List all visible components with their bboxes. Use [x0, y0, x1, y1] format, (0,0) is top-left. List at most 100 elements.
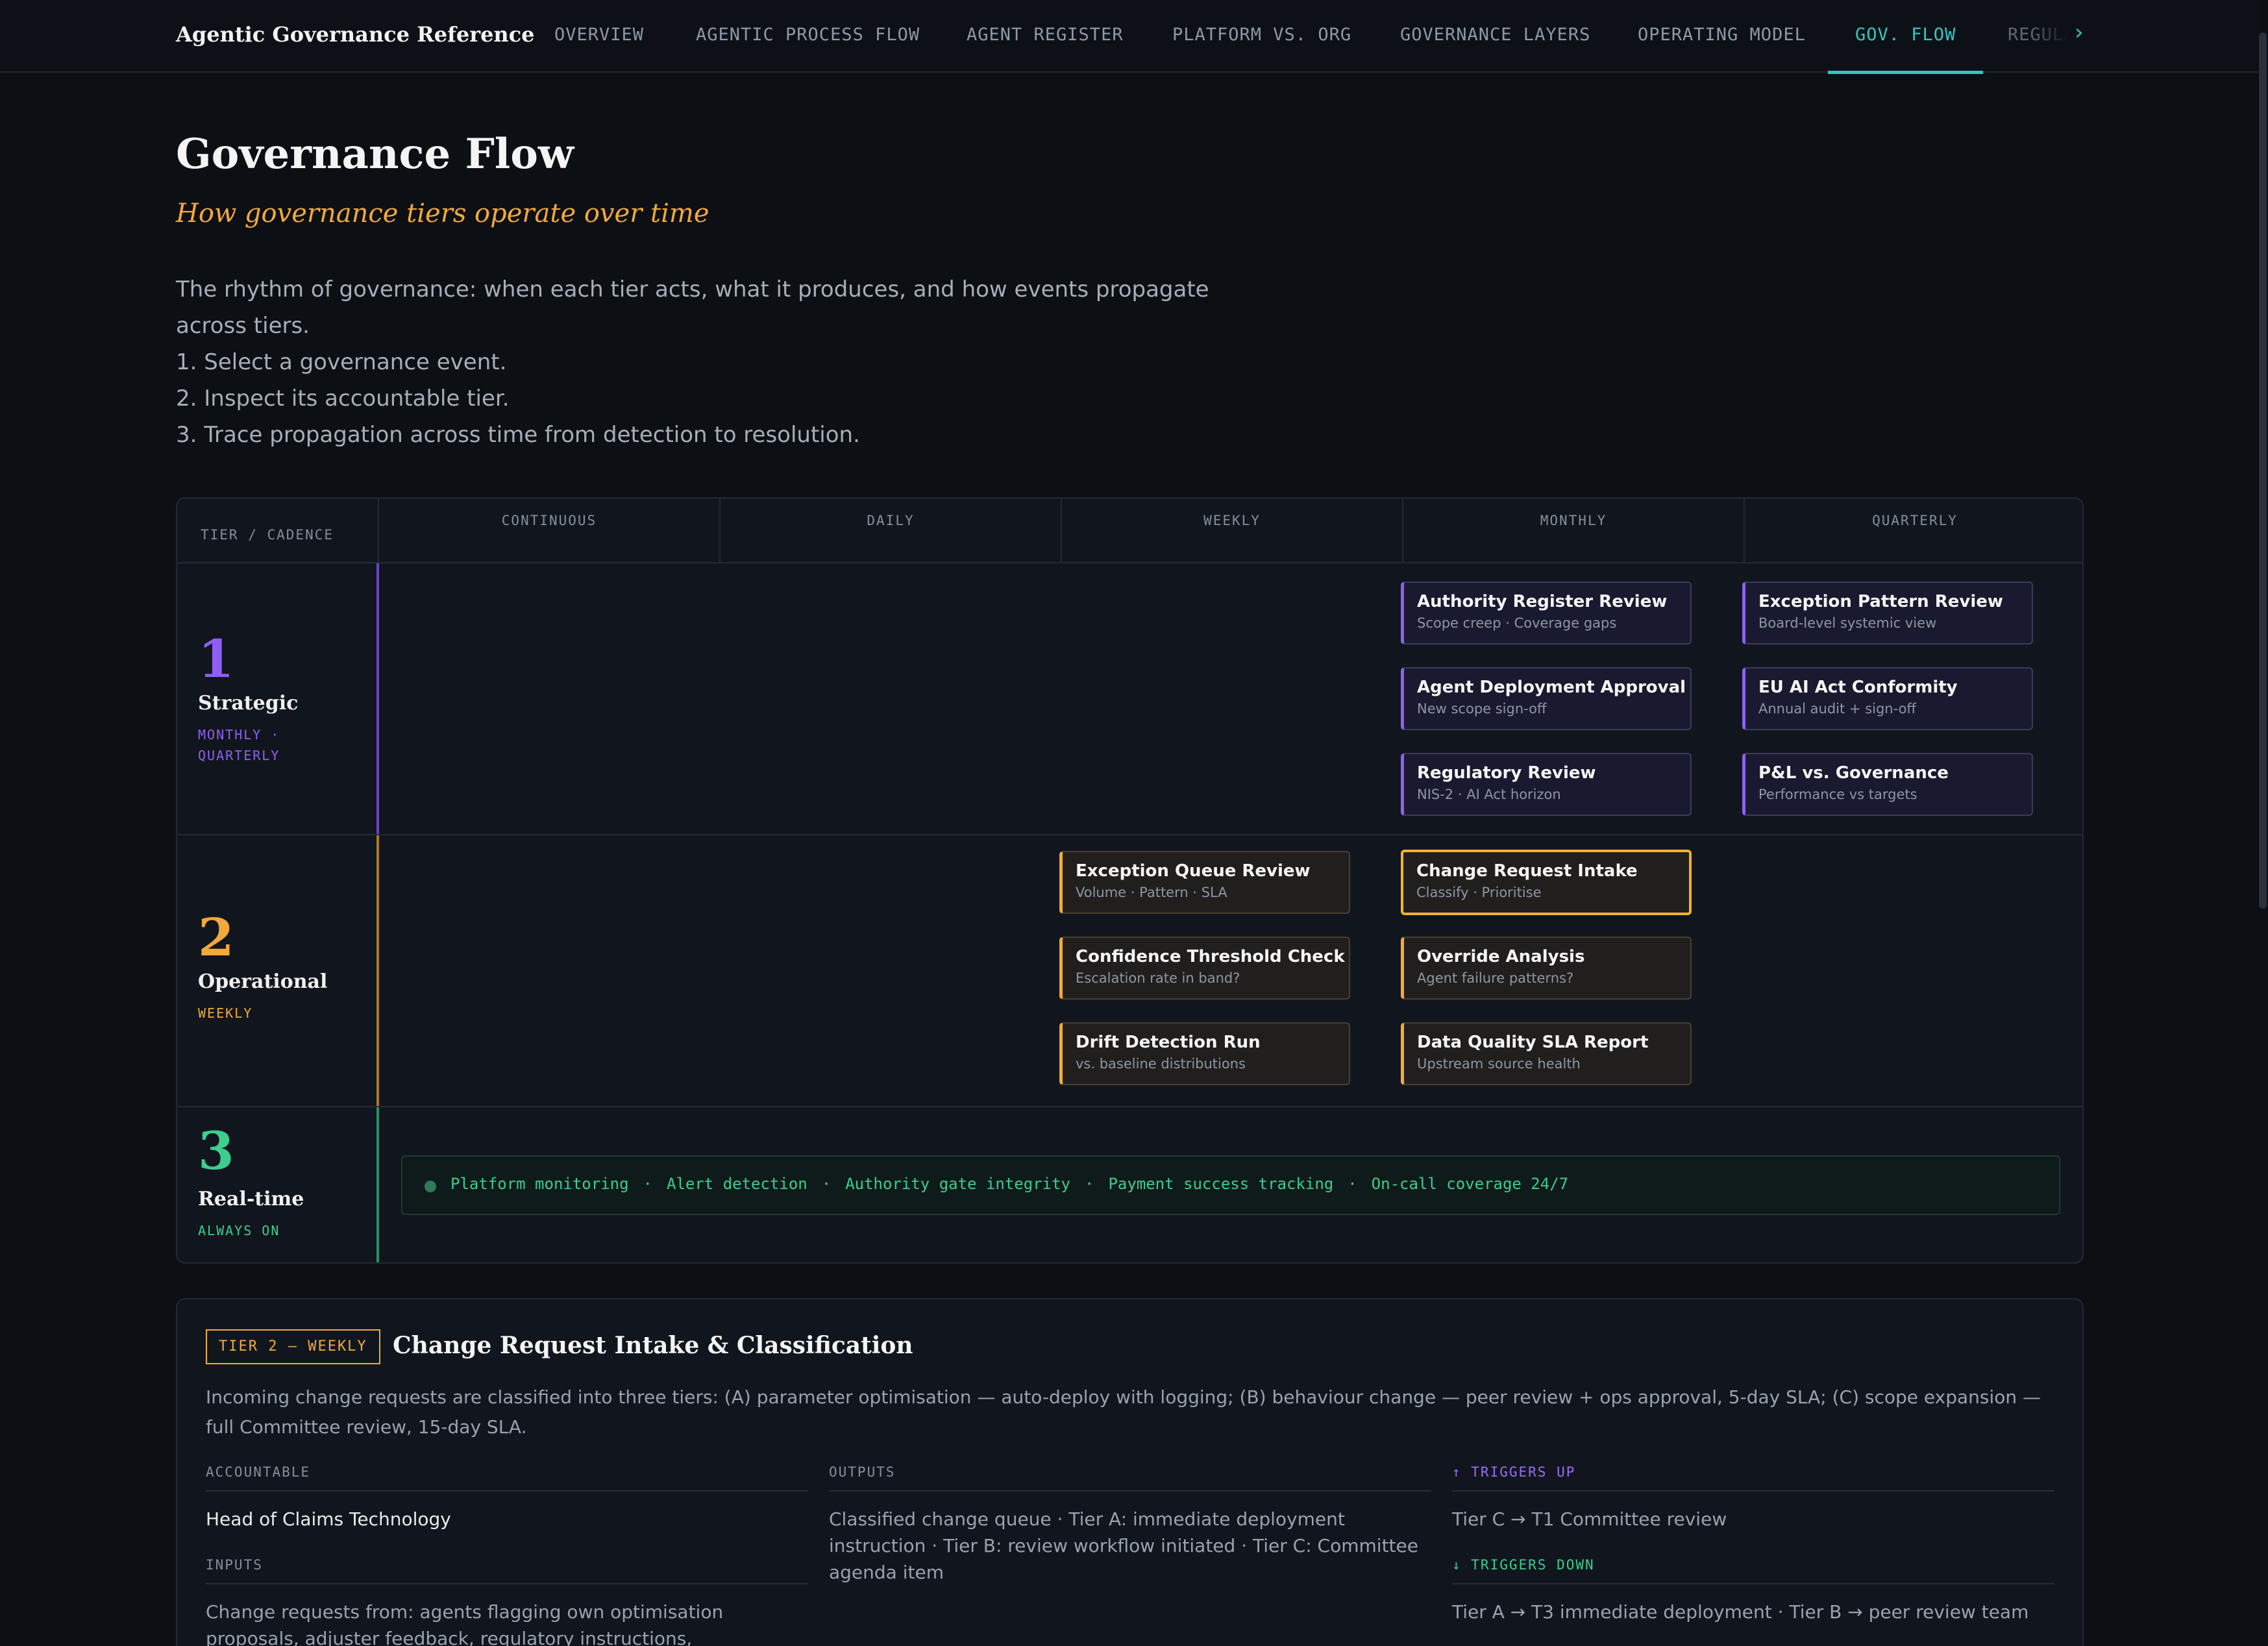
nav-tab-platform-vs-org[interactable]: PLATFORM VS. ORG	[1172, 25, 1351, 73]
tier-cadence: MONTHLY · QUARTERLY	[198, 724, 280, 766]
tier-badge: TIER 2 — WEEKLY	[206, 1329, 380, 1364]
intro-line: The rhythm of governance: when each tier…	[176, 276, 1209, 302]
event-title: Regulatory Review	[1417, 763, 1596, 783]
event-title: Agent Deployment Approval	[1417, 678, 1686, 697]
page-title: Governance Flow	[176, 130, 574, 178]
tier-name: Real-time	[198, 1188, 304, 1210]
column-header-daily: DAILY	[719, 498, 1061, 563]
event-detail-panel: TIER 2 — WEEKLY Change Request Intake & …	[176, 1298, 2084, 1646]
event-authority-register-review[interactable]: Authority Register Review Scope creep · …	[1401, 582, 1692, 645]
event-exception-pattern-review[interactable]: Exception Pattern Review Board-level sys…	[1742, 582, 2033, 645]
triggers-down-label: ↓ TRIGGERS DOWN	[1452, 1557, 2054, 1584]
event-title: Override Analysis	[1417, 947, 1585, 966]
tier-cadence-line: ALWAYS ON	[198, 1223, 280, 1238]
tier-label-realtime: 3 Real-time ALWAYS ON	[177, 1107, 378, 1262]
tier-cadence-line: MONTHLY ·	[198, 727, 280, 743]
tier-cadence-line: QUARTERLY	[198, 748, 280, 763]
event-confidence-threshold-check[interactable]: Confidence Threshold Check Escalation ra…	[1059, 937, 1350, 1000]
event-title: Exception Queue Review	[1076, 861, 1311, 881]
nav-tab-operating-model[interactable]: OPERATING MODEL	[1638, 25, 1806, 73]
tier-number: 2	[198, 907, 234, 968]
top-nav: Agentic Governance Reference OVERVIEW AG…	[0, 0, 2268, 74]
event-override-analysis[interactable]: Override Analysis Agent failure patterns…	[1401, 937, 1692, 1000]
event-subtitle: Classify · Prioritise	[1416, 885, 1542, 900]
tier-cadence: ALWAYS ON	[198, 1220, 280, 1241]
event-eu-ai-act-conformity[interactable]: EU AI Act Conformity Annual audit + sign…	[1742, 667, 2033, 730]
realtime-item-list: Platform monitoring · Alert detection · Auth…	[450, 1175, 1568, 1193]
event-title: Confidence Threshold Check	[1076, 947, 1345, 966]
nav-tab-governance-layers[interactable]: GOVERNANCE LAYERS	[1400, 25, 1590, 73]
event-title: Exception Pattern Review	[1758, 592, 2003, 611]
column-header-continuous: CONTINUOUS	[378, 498, 719, 563]
event-title: Drift Detection Run	[1076, 1033, 1261, 1052]
tier-name: Strategic	[198, 692, 299, 715]
tier-bar	[376, 563, 379, 834]
triggers-up-value: Tier C → T1 Committee review	[1452, 1508, 1727, 1530]
tier-number: 3	[198, 1120, 234, 1181]
tier-label-operational: 2 Operational WEEKLY	[177, 835, 378, 1106]
event-title: P&L vs. Governance	[1758, 763, 1949, 783]
event-subtitle: NIS-2 · AI Act horizon	[1417, 787, 1561, 802]
page-subtitle: How governance tiers operate over time	[176, 199, 709, 228]
outputs-value: Classified change queue · Tier A: immedi…	[829, 1508, 1418, 1583]
event-title: Data Quality SLA Report	[1417, 1033, 1649, 1052]
detail-title: Change Request Intake & Classification	[393, 1332, 913, 1359]
column-header-weekly: WEEKLY	[1061, 498, 1402, 563]
separator: ·	[821, 1175, 832, 1193]
event-subtitle: Performance vs targets	[1758, 787, 1917, 802]
event-title: Authority Register Review	[1417, 592, 1668, 611]
scrollbar-thumb[interactable]	[2259, 32, 2267, 909]
nav-tab-agentic-process-flow[interactable]: AGENTIC PROCESS FLOW	[696, 25, 920, 73]
separator: ·	[643, 1175, 652, 1193]
event-subtitle: Board-level systemic view	[1758, 615, 1937, 631]
matrix-header-row: TIER / CADENCE CONTINUOUS DAILY WEEKLY M…	[177, 498, 2082, 563]
event-exception-queue-review[interactable]: Exception Queue Review Volume · Pattern …	[1059, 851, 1350, 914]
realtime-item: Platform monitoring	[450, 1175, 629, 1193]
event-subtitle: New scope sign-off	[1417, 701, 1547, 717]
governance-matrix: TIER / CADENCE CONTINUOUS DAILY WEEKLY M…	[176, 497, 2084, 1264]
event-change-request-intake[interactable]: Change Request Intake Classify · Priorit…	[1401, 850, 1692, 915]
event-regulatory-review[interactable]: Regulatory Review NIS-2 · AI Act horizon	[1401, 753, 1692, 816]
nav-tab-agent-register[interactable]: AGENT REGISTER	[967, 25, 1124, 73]
event-subtitle: Scope creep · Coverage gaps	[1417, 615, 1617, 631]
realtime-item: Alert detection	[667, 1175, 807, 1193]
event-subtitle: Annual audit + sign-off	[1758, 701, 1916, 717]
inputs-label: INPUTS	[206, 1557, 808, 1584]
event-subtitle: Volume · Pattern · SLA	[1076, 885, 1227, 900]
accountable-value: Head of Claims Technology	[206, 1508, 451, 1530]
detail-column-triggers: ↑ TRIGGERS UP Tier C → T1 Committee revi…	[1452, 1464, 2054, 1625]
event-subtitle: Upstream source health	[1417, 1056, 1581, 1072]
nav-tab-gov-flow[interactable]: GOV. FLOW	[1827, 25, 1984, 74]
event-title: EU AI Act Conformity	[1758, 678, 1958, 697]
tier-label-strategic: 1 Strategic MONTHLY · QUARTERLY	[177, 563, 378, 834]
matrix-corner-label: TIER / CADENCE	[201, 527, 334, 543]
tier-bar	[376, 1107, 379, 1262]
event-drift-detection-run[interactable]: Drift Detection Run vs. baseline distrib…	[1059, 1022, 1350, 1085]
column-header-monthly: MONTHLY	[1402, 498, 1744, 563]
event-agent-deployment-approval[interactable]: Agent Deployment Approval New scope sign…	[1401, 667, 1692, 730]
scrollbar[interactable]	[2258, 0, 2268, 1646]
intro-line: 2. Inspect its accountable tier.	[176, 386, 510, 412]
tier-row-operational: 2 Operational WEEKLY Exception Queue Rev…	[177, 835, 2082, 1107]
event-pl-vs-governance[interactable]: P&L vs. Governance Performance vs target…	[1742, 753, 2033, 816]
separator: ·	[1348, 1175, 1357, 1193]
realtime-item: Payment success tracking	[1108, 1175, 1334, 1193]
event-data-quality-sla-report[interactable]: Data Quality SLA Report Upstream source …	[1401, 1022, 1692, 1085]
tier-bar	[376, 835, 379, 1106]
event-subtitle: Escalation rate in band?	[1076, 970, 1240, 986]
realtime-monitoring-band[interactable]: Platform monitoring · Alert detection · Auth…	[401, 1155, 2060, 1215]
triggers-down-value: Tier A → T3 immediate deployment · Tier …	[1452, 1601, 2029, 1623]
nav-tab-overview[interactable]: OVERVIEW	[554, 25, 644, 73]
brand-title[interactable]: Agentic Governance Reference	[176, 22, 535, 47]
intro-line: 3. Trace propagation across time from de…	[176, 422, 860, 448]
intro-line: 1. Select a governance event.	[176, 349, 507, 375]
inputs-value: Change requests from: agents flagging ow…	[206, 1601, 724, 1646]
intro-line: across tiers.	[176, 313, 310, 339]
chevron-right-icon[interactable]: ›	[2075, 19, 2084, 45]
triggers-up-label: ↑ TRIGGERS UP	[1452, 1464, 2054, 1492]
column-header-quarterly: QUARTERLY	[1744, 498, 2082, 563]
page-intro: The rhythm of governance: when each tier…	[176, 271, 1209, 453]
realtime-item: Authority gate integrity	[845, 1175, 1070, 1193]
tier-cadence: WEEKLY	[198, 1003, 253, 1024]
separator: ·	[1084, 1175, 1094, 1193]
